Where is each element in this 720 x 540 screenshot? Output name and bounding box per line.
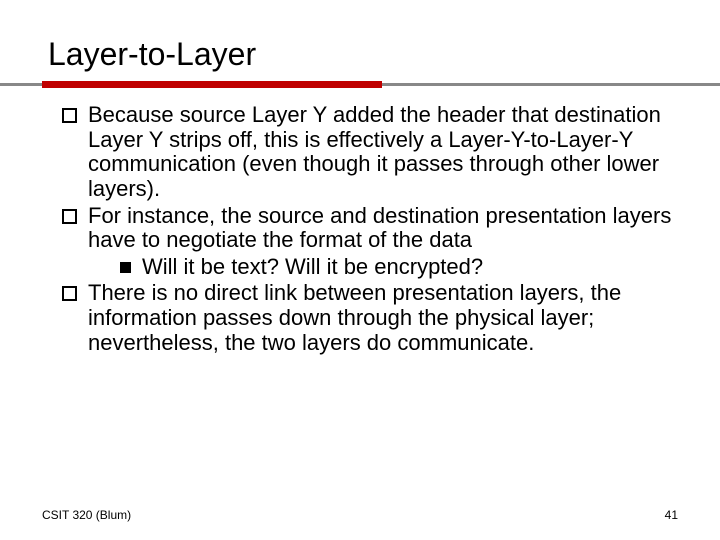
sub-bullet-item: Will it be text? Will it be encrypted? <box>118 255 678 280</box>
bullet-item: Because source Layer Y added the header … <box>60 103 678 202</box>
footer-left: CSIT 320 (Blum) <box>42 508 131 522</box>
bullet-item: There is no direct link between presenta… <box>60 281 678 355</box>
footer-page-number: 41 <box>665 508 678 522</box>
sub-bullet-list: Will it be text? Will it be encrypted? <box>88 255 678 280</box>
bullet-text: For instance, the source and destination… <box>88 203 671 253</box>
slide: Layer-to-Layer Because source Layer Y ad… <box>0 0 720 540</box>
bullet-item: For instance, the source and destination… <box>60 204 678 280</box>
bullet-list: Because source Layer Y added the header … <box>50 103 678 355</box>
bullet-text: Because source Layer Y added the header … <box>88 102 661 201</box>
bullet-text: There is no direct link between presenta… <box>88 280 621 354</box>
footer: CSIT 320 (Blum) 41 <box>42 508 678 522</box>
title-rule <box>42 79 678 89</box>
sub-bullet-text: Will it be text? Will it be encrypted? <box>142 254 483 279</box>
content-area: Because source Layer Y added the header … <box>50 103 678 355</box>
slide-title: Layer-to-Layer <box>48 36 678 73</box>
rule-red <box>42 81 382 88</box>
